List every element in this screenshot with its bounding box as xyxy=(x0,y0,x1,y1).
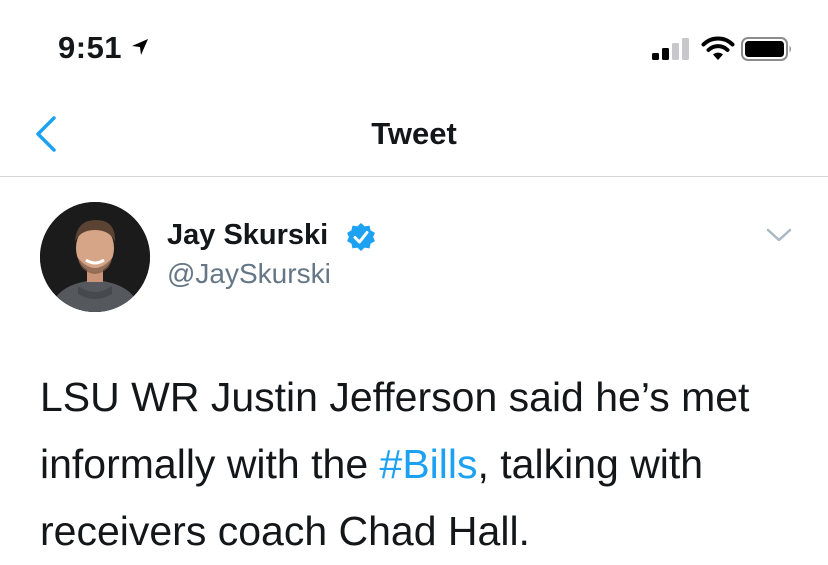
avatar[interactable] xyxy=(40,202,150,312)
tweet-text: LSU WR Justin Jefferson said he’s met in… xyxy=(40,364,800,565)
chevron-down-icon[interactable] xyxy=(765,226,793,244)
nav-bar: Tweet xyxy=(0,100,828,177)
verified-badge-icon xyxy=(347,223,375,251)
avatar-photo xyxy=(40,202,150,312)
page-title: Tweet xyxy=(371,116,457,151)
battery-icon xyxy=(741,37,791,61)
status-bar: 9:51 xyxy=(0,0,828,100)
hashtag-link[interactable]: #Bills xyxy=(380,441,478,487)
author-name[interactable]: Jay Skurski xyxy=(167,219,328,252)
status-time: 9:51 xyxy=(58,30,123,65)
cellular-signal-icon xyxy=(652,38,689,60)
author-handle[interactable]: @JaySkurski xyxy=(167,258,331,290)
wifi-icon xyxy=(701,36,735,60)
location-arrow-icon xyxy=(132,39,148,55)
